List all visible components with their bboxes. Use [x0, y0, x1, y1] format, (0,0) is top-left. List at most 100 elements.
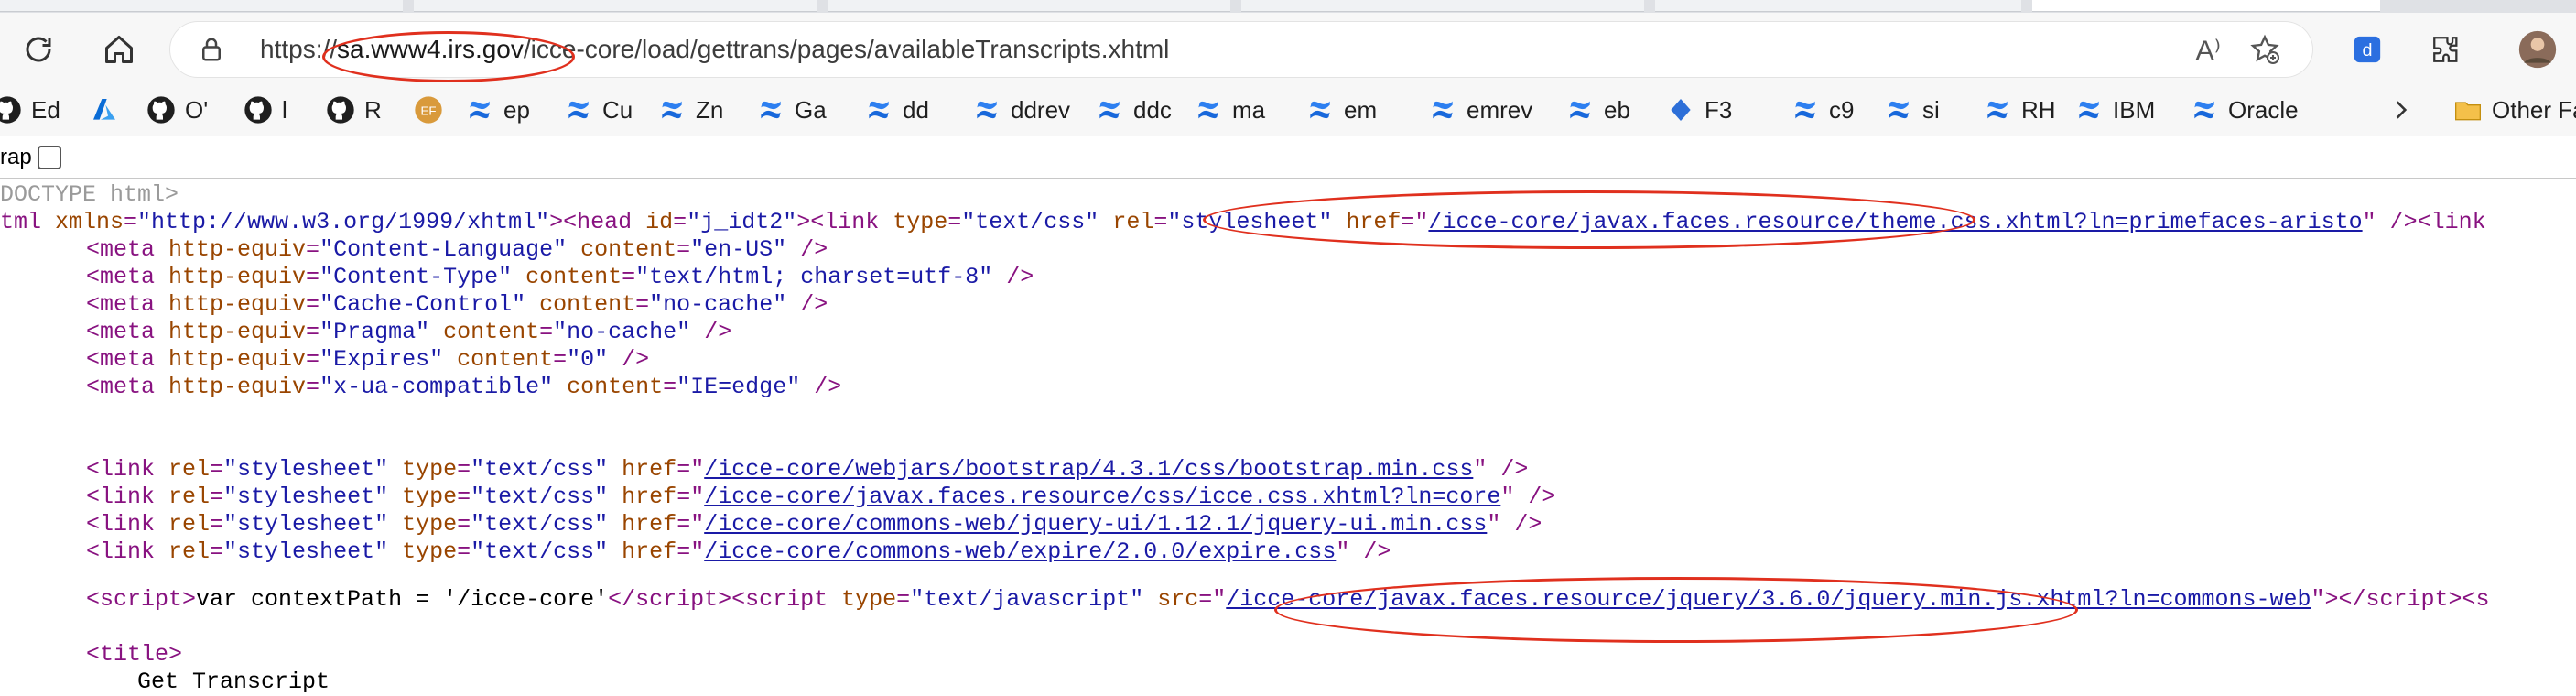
- confluence-icon: [2079, 101, 2099, 119]
- wrap-label: rap: [0, 145, 32, 169]
- confluence-icon: [761, 101, 781, 119]
- confluence-icon: [1570, 101, 1590, 119]
- bookmark-label: ep: [503, 95, 530, 124]
- bookmark-item[interactable]: ddrev: [972, 93, 1070, 126]
- bookmark-item[interactable]: Zn: [657, 93, 723, 126]
- url-scheme: https://: [260, 35, 338, 63]
- bookmark-item[interactable]: R: [326, 93, 382, 126]
- home-icon[interactable]: [95, 26, 143, 73]
- github-icon: [244, 96, 272, 124]
- stylesheet-link-line: <link rel="stylesheet" type="text/css" h…: [86, 538, 1391, 565]
- bookmark-item[interactable]: l: [244, 93, 287, 126]
- bookmark-label: O': [185, 95, 209, 124]
- bookmark-label: Cu: [602, 95, 633, 124]
- confluence-icon: [977, 101, 997, 119]
- bookmark-item[interactable]: si: [1884, 93, 1940, 126]
- bookmark-item[interactable]: dd: [864, 93, 929, 126]
- stylesheet-href[interactable]: /icce-core/commons-web/expire/2.0.0/expi…: [704, 538, 1336, 565]
- bookmark-item[interactable]: Ed: [0, 93, 60, 126]
- confluence-icon: [1099, 101, 1120, 119]
- line-wrap-toggle[interactable]: rap: [0, 145, 61, 170]
- url-host: sa.www4.irs.gov: [337, 35, 524, 63]
- stylesheet-href[interactable]: /icce-core/javax.faces.resource/css/icce…: [704, 484, 1500, 510]
- html-open-line: tml xmlns="http://www.w3.org/1999/xhtml"…: [0, 209, 2486, 235]
- bookmark-label: eb: [1604, 95, 1630, 124]
- confluence-icon: [869, 101, 889, 119]
- wrap-checkbox[interactable]: [37, 146, 61, 169]
- tab-strip: [0, 0, 2576, 13]
- bookmark-item[interactable]: ep: [465, 93, 530, 126]
- bookmark-label: Ed: [31, 95, 60, 124]
- stylesheet-link-line: <link rel="stylesheet" type="text/css" h…: [86, 511, 1542, 538]
- github-icon: [327, 96, 354, 124]
- bookmark-item[interactable]: Cu: [564, 93, 633, 126]
- stylesheet-link-line: <link rel="stylesheet" type="text/css" h…: [86, 456, 1529, 483]
- url-path: /icce-core/load/gettrans/pages/available…: [523, 35, 1170, 63]
- profile-avatar[interactable]: [2514, 26, 2561, 73]
- tab[interactable]: [828, 0, 1230, 12]
- bookmark-item[interactable]: eb: [1565, 93, 1630, 126]
- meta-line: <meta http-equiv="Content-Language" cont…: [86, 236, 828, 263]
- bookmark-item[interactable]: emrev: [1428, 93, 1532, 126]
- bookmark-item[interactable]: ma: [1194, 93, 1265, 126]
- confluence-icon: [1987, 101, 2008, 119]
- confluence-icon: [1310, 101, 1330, 119]
- bookmark-label: c9: [1829, 95, 1855, 124]
- confluence-icon: [662, 101, 682, 119]
- meta-line: <meta http-equiv="Cache-Control" content…: [86, 291, 828, 318]
- bookmark-label: ddc: [1133, 95, 1172, 124]
- doctype-line: DOCTYPE html>: [0, 181, 179, 208]
- extensions-puzzle-icon[interactable]: [2422, 26, 2470, 73]
- bookmark-label: ddrev: [1011, 95, 1071, 124]
- meta-line: <meta http-equiv="Pragma" content="no-ca…: [86, 319, 732, 345]
- bookmark-label: R: [364, 95, 382, 124]
- url-text[interactable]: https://sa.www4.irs.gov/icce-core/load/g…: [260, 35, 1169, 64]
- bookmark-label: Ga: [795, 95, 827, 124]
- tab[interactable]: [414, 0, 817, 12]
- confluence-icon: [470, 101, 490, 119]
- bookmark-item[interactable]: Oracle: [2190, 93, 2299, 126]
- script-line: <script>var contextPath = '/icce-core'</…: [86, 586, 2490, 613]
- confluence-icon: [1795, 101, 1815, 119]
- stylesheet-href[interactable]: /icce-core/commons-web/jquery-ui/1.12.1/…: [704, 511, 1487, 538]
- meta-line: <meta http-equiv="Content-Type" content=…: [86, 264, 1034, 290]
- tab[interactable]: [1655, 0, 2021, 12]
- browser-toolbar: https://sa.www4.irs.gov/icce-core/load/g…: [0, 13, 2576, 84]
- confluence-icon: [1198, 101, 1218, 119]
- bookmark-item[interactable]: F3: [1666, 93, 1732, 126]
- bookmark-item[interactable]: EF: [414, 93, 443, 126]
- extension-d-icon[interactable]: d: [2343, 26, 2391, 73]
- diamond-icon: [1671, 99, 1691, 121]
- bookmark-label: dd: [903, 95, 929, 124]
- meta-line: <meta http-equiv="Expires" content="0" /…: [86, 346, 650, 373]
- confluence-icon: [1889, 101, 1909, 119]
- tab[interactable]: [0, 0, 403, 12]
- add-favorite-icon[interactable]: [2248, 33, 2281, 66]
- bookmark-item[interactable]: ddc: [1095, 93, 1172, 126]
- bookmark-item[interactable]: em: [1305, 93, 1377, 126]
- bookmark-label: ma: [1232, 95, 1266, 124]
- theme-css-link[interactable]: /icce-core/javax.faces.resource/theme.cs…: [1428, 209, 2362, 235]
- jquery-script-link[interactable]: /icce-core/javax.faces.resource/jquery/3…: [1226, 586, 2311, 613]
- bookmark-item[interactable]: IBM: [2074, 93, 2155, 126]
- bookmark-item[interactable]: c9: [1791, 93, 1854, 126]
- bookmark-item[interactable]: RH: [1983, 93, 2056, 126]
- tab[interactable]: [1241, 0, 1644, 12]
- more-bookmarks-chevron-icon[interactable]: [2389, 93, 2413, 126]
- bookmark-item[interactable]: [90, 93, 119, 126]
- read-aloud-icon[interactable]: A⁾: [2196, 35, 2221, 67]
- bookmark-label: em: [1344, 95, 1378, 124]
- address-bar[interactable]: https://sa.www4.irs.gov/icce-core/load/g…: [170, 22, 2312, 77]
- other-favorites-folder[interactable]: Other Fa: [2453, 93, 2576, 126]
- reload-icon[interactable]: [15, 26, 62, 73]
- bookmark-item[interactable]: O': [146, 93, 208, 126]
- ef-icon: EF: [415, 96, 442, 124]
- tab-active[interactable]: [2032, 0, 2380, 12]
- stylesheet-href[interactable]: /icce-core/webjars/bootstrap/4.3.1/css/b…: [704, 456, 1473, 483]
- bookmark-label: emrev: [1467, 95, 1533, 124]
- bookmark-item[interactable]: Ga: [756, 93, 827, 126]
- folder-icon: [2455, 102, 2481, 121]
- bookmark-label: F3: [1705, 95, 1733, 124]
- lock-icon[interactable]: [198, 36, 225, 63]
- bookmarks-bar: Ed O' l R EF ep Cu Zn Ga dd ddrev ddc ma em emrev…: [0, 84, 2576, 136]
